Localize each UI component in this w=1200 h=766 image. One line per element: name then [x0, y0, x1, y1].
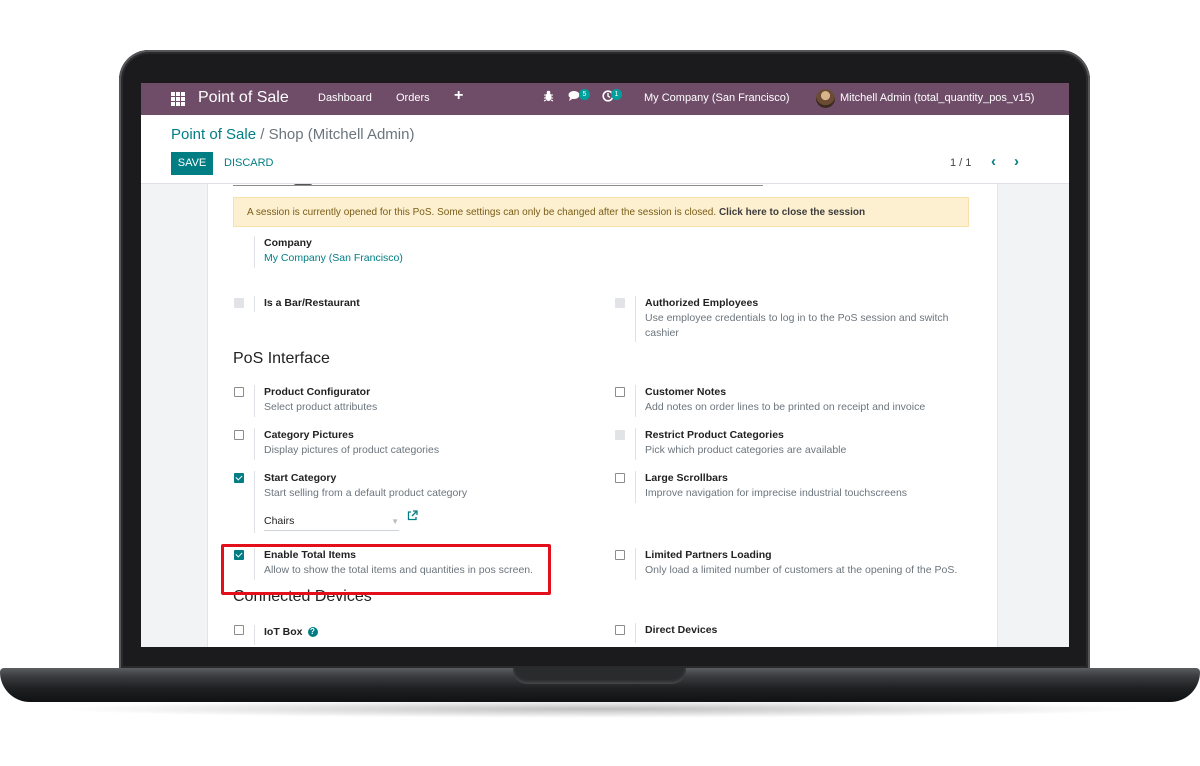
- user-menu[interactable]: Mitchell Admin (total_quantity_pos_v15): [840, 92, 1034, 104]
- large-scrollbars-checkbox[interactable]: [615, 473, 625, 483]
- session-alert-text: A session is currently opened for this P…: [247, 207, 717, 218]
- plus-icon[interactable]: +: [454, 87, 463, 105]
- product-configurator-checkbox[interactable]: [234, 387, 244, 397]
- direct-devices-checkbox[interactable]: [615, 625, 625, 635]
- category-pictures-checkbox[interactable]: [234, 430, 244, 440]
- start-category-select[interactable]: Chairs ▼: [264, 514, 399, 531]
- limited-partners-checkbox[interactable]: [615, 550, 625, 560]
- limited-partners-setting: Limited Partners Loading Only load a lim…: [635, 548, 958, 580]
- user-avatar[interactable]: [816, 89, 835, 108]
- product-configurator-setting: Product Configurator Select product attr…: [254, 385, 378, 417]
- customer-notes-checkbox[interactable]: [615, 387, 625, 397]
- breadcrumb: Point of Sale / Shop (Mitchell Admin): [171, 126, 414, 143]
- customer-notes-desc: Add notes on order lines to be printed o…: [645, 401, 926, 413]
- highlight-box: [221, 544, 551, 595]
- discard-button[interactable]: DISCARD: [224, 152, 274, 175]
- customer-notes-setting: Customer Notes Add notes on order lines …: [635, 385, 926, 417]
- bar-restaurant-label: Is a Bar/Restaurant: [264, 297, 360, 309]
- direct-devices-label: Direct Devices: [645, 624, 718, 636]
- start-category-label: Start Category: [264, 472, 337, 484]
- restrict-categories-checkbox: [615, 430, 625, 440]
- start-category-setting: Start Category Start selling from a defa…: [254, 471, 468, 533]
- company-value-link[interactable]: My Company (San Francisco): [264, 251, 403, 266]
- pager-next-icon[interactable]: ›: [1014, 153, 1019, 170]
- apps-menu-icon[interactable]: [171, 92, 185, 106]
- large-scrollbars-label: Large Scrollbars: [645, 472, 728, 484]
- menu-orders[interactable]: Orders: [396, 92, 430, 104]
- limited-partners-label: Limited Partners Loading: [645, 549, 772, 561]
- save-button[interactable]: SAVE: [171, 152, 213, 175]
- restrict-categories-setting: Restrict Product Categories Pick which p…: [635, 428, 847, 460]
- menu-dashboard[interactable]: Dashboard: [318, 92, 372, 104]
- pos-interface-title: PoS Interface: [233, 350, 330, 367]
- product-configurator-label: Product Configurator: [264, 386, 371, 398]
- laptop-shadow: [50, 700, 1150, 718]
- restrict-categories-label: Restrict Product Categories: [645, 429, 784, 441]
- authorized-employees-desc: Use employee credentials to log in to th…: [645, 312, 949, 339]
- authorized-employees-setting: Authorized Employees Use employee creden…: [635, 296, 970, 342]
- control-panel: Point of Sale / Shop (Mitchell Admin) SA…: [141, 115, 1069, 184]
- breadcrumb-current: Shop (Mitchell Admin): [268, 126, 415, 143]
- start-category-checkbox[interactable]: [234, 473, 244, 483]
- laptop-notch: [513, 668, 686, 684]
- start-category-desc: Start selling from a default product cat…: [264, 487, 468, 499]
- chevron-down-icon: ▼: [391, 517, 399, 526]
- breadcrumb-parent-link[interactable]: Point of Sale: [171, 126, 256, 143]
- activities-badge: 1: [611, 89, 622, 100]
- iot-box-setting: IoT Box?: [254, 625, 318, 645]
- product-configurator-desc: Select product attributes: [264, 401, 378, 413]
- start-category-value: Chairs: [264, 515, 295, 527]
- breadcrumb-separator: /: [260, 126, 265, 143]
- pager-value[interactable]: 1 / 1: [950, 157, 971, 169]
- cut-off-text: [293, 184, 313, 185]
- restrict-categories-desc: Pick which product categories are availa…: [645, 444, 847, 456]
- iot-box-label: IoT Box: [264, 626, 303, 638]
- company-field: Company My Company (San Francisco): [254, 236, 403, 268]
- app-brand[interactable]: Point of Sale: [198, 89, 289, 107]
- session-alert: A session is currently opened for this P…: [233, 197, 969, 227]
- bar-restaurant-checkbox: [234, 298, 244, 308]
- category-pictures-setting: Category Pictures Display pictures of pr…: [254, 428, 440, 460]
- top-navbar: Point of Sale Dashboard Orders + 5 1 My …: [141, 83, 1069, 115]
- authorized-employees-label: Authorized Employees: [645, 297, 759, 309]
- help-icon[interactable]: ?: [307, 627, 318, 637]
- bar-restaurant-setting: Is a Bar/Restaurant: [254, 296, 360, 312]
- direct-devices-setting: Direct Devices: [635, 623, 718, 643]
- close-session-link[interactable]: Click here to close the session: [719, 207, 865, 218]
- large-scrollbars-desc: Improve navigation for imprecise industr…: [645, 487, 908, 499]
- category-pictures-label: Category Pictures: [264, 429, 354, 441]
- limited-partners-desc: Only load a limited number of customers …: [645, 564, 958, 576]
- large-scrollbars-setting: Large Scrollbars Improve navigation for …: [635, 471, 908, 503]
- section-divider: [233, 185, 763, 186]
- company-label: Company: [264, 237, 312, 249]
- bug-icon[interactable]: [543, 90, 554, 105]
- messages-badge: 5: [579, 89, 590, 100]
- external-link-icon[interactable]: [407, 510, 418, 524]
- company-switcher[interactable]: My Company (San Francisco): [644, 92, 790, 104]
- customer-notes-label: Customer Notes: [645, 386, 727, 398]
- authorized-employees-checkbox: [615, 298, 625, 308]
- pager-previous-icon[interactable]: ‹: [991, 153, 996, 170]
- iot-box-checkbox[interactable]: [234, 625, 244, 635]
- category-pictures-desc: Display pictures of product categories: [264, 444, 440, 456]
